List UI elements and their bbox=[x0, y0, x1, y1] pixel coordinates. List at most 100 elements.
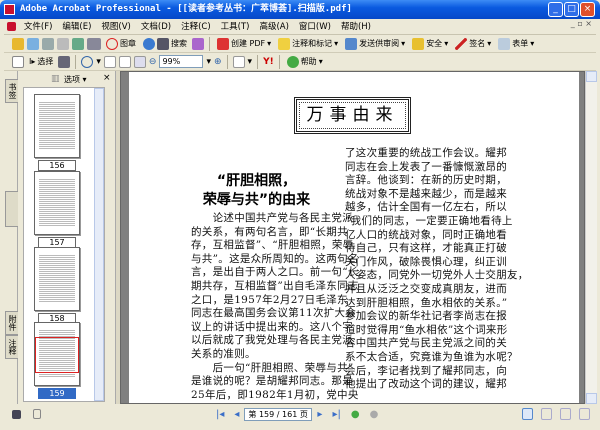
search-button[interactable]: 搜索 bbox=[141, 36, 189, 52]
menu-window[interactable]: 窗口(W) bbox=[294, 19, 336, 35]
text-line: 言辞。他谈到：在新的历史时期， bbox=[345, 174, 507, 187]
page-thumbnail[interactable] bbox=[34, 247, 80, 311]
page-thumbnail[interactable] bbox=[34, 94, 80, 158]
title-line: “肝胆相照， bbox=[216, 173, 297, 189]
create-pdf-button[interactable]: 创建 PDF ▾ bbox=[215, 36, 273, 52]
menu-tools[interactable]: 工具(T) bbox=[216, 19, 255, 35]
options-button[interactable]: 选项 ▾ bbox=[64, 74, 87, 85]
text-line: 达到肝胆相照，鱼水相依的关系。” bbox=[345, 296, 508, 309]
yahoo-icon[interactable]: Y! bbox=[263, 57, 274, 67]
article-title: “肝胆相照， 荣辱与共”的由来 bbox=[189, 172, 324, 210]
text-line: 越多，估计全国有一亿左右，所以 bbox=[345, 201, 507, 214]
zoom-in-tool-icon[interactable] bbox=[81, 55, 94, 68]
thumbnail-scrollbar[interactable] bbox=[94, 88, 104, 401]
text-line: 言，是出自于两人之口。前一句“长 bbox=[191, 266, 359, 279]
separator bbox=[278, 54, 280, 69]
stamp-button[interactable]: 图章 bbox=[104, 36, 138, 52]
menu-document[interactable]: 文档(D) bbox=[136, 19, 176, 35]
security-button[interactable]: 安全 ▾ bbox=[410, 36, 450, 52]
scroll-down-button[interactable] bbox=[586, 393, 597, 404]
page-thumbnail[interactable] bbox=[34, 171, 80, 235]
continuous-icon[interactable] bbox=[541, 408, 552, 420]
minimize-button[interactable]: _ bbox=[548, 2, 563, 17]
text-line: 以后就成了我党处理与各民主党派 bbox=[191, 334, 353, 347]
next-page-button[interactable]: ▸ bbox=[317, 409, 322, 420]
trash-icon[interactable]: ▥ bbox=[51, 74, 60, 84]
zoom-out-icon[interactable]: ⊖ bbox=[149, 57, 157, 67]
text-line: 人姿态，同党外一切党外人士交朋友， bbox=[345, 269, 529, 282]
help-button[interactable]: 帮助 ▾ bbox=[285, 54, 325, 70]
single-page-icon[interactable] bbox=[522, 408, 533, 420]
text-line: 期共存，互相监督”出自毛泽东同志 bbox=[191, 279, 359, 292]
zoom-input[interactable]: 99% bbox=[159, 55, 204, 68]
window-title: Adobe Acrobat Professional - [[读者参考丛书：广萃… bbox=[20, 4, 352, 14]
first-page-button[interactable]: |◂ bbox=[216, 409, 224, 420]
tab-bookmarks[interactable]: 书签 bbox=[5, 79, 18, 103]
text-line: 是谁说的呢？是胡耀邦同志。那是 bbox=[191, 375, 353, 388]
fit-width-icon[interactable] bbox=[133, 55, 146, 68]
save-icon[interactable] bbox=[42, 37, 54, 50]
menu-edit[interactable]: 编辑(E) bbox=[57, 19, 96, 35]
print-icon[interactable] bbox=[57, 37, 69, 50]
menu-comments[interactable]: 注释(C) bbox=[176, 19, 216, 35]
send-review-button[interactable]: 发送供审阅 ▾ bbox=[343, 36, 407, 52]
previous-page-button[interactable]: ◂ bbox=[234, 409, 239, 420]
page-thumbnail-selected[interactable] bbox=[34, 322, 80, 386]
go-forward-button[interactable]: ● bbox=[370, 409, 379, 420]
scroll-up-button[interactable] bbox=[586, 71, 597, 82]
menu-advanced[interactable]: 高级(A) bbox=[254, 19, 293, 35]
forms-button[interactable]: 表单 ▾ bbox=[496, 36, 536, 52]
maximize-button[interactable]: □ bbox=[564, 2, 579, 17]
text-line: 同志在最高国务会议第11次扩大会 bbox=[191, 307, 357, 320]
text-line: 了这次重要的统战工作会议。耀邦 bbox=[345, 147, 507, 159]
last-page-button[interactable]: ▸| bbox=[332, 409, 340, 420]
snapshot-icon[interactable] bbox=[58, 55, 71, 68]
text-line: 参加会议的新华社记者李尚志在报 bbox=[345, 310, 507, 323]
text-line: 容中国共产党与民主党派之间的关 bbox=[345, 337, 507, 350]
text-cursor-icon: I▸ bbox=[29, 57, 36, 66]
text-line: 后一句“肝胆相照、荣辱与共” bbox=[191, 361, 354, 374]
tab-comments[interactable]: 注释 bbox=[5, 335, 18, 359]
lock-icon bbox=[412, 37, 425, 50]
hand-tool-icon[interactable] bbox=[12, 55, 24, 68]
create-pdf-label: 创建 PDF bbox=[231, 39, 266, 48]
rotate-view-icon[interactable] bbox=[232, 55, 245, 68]
vertical-scrollbar[interactable] bbox=[585, 71, 597, 404]
actual-size-icon[interactable] bbox=[103, 55, 116, 68]
select-tool-button[interactable]: I▸ 选择 bbox=[27, 54, 55, 70]
pdf-doc-icon bbox=[7, 22, 16, 31]
menu-view[interactable]: 视图(V) bbox=[96, 19, 135, 35]
page-options-icon[interactable] bbox=[33, 409, 41, 419]
comment-markup-button[interactable]: 注释和标记 ▾ bbox=[276, 36, 340, 52]
facing-icon[interactable] bbox=[579, 408, 590, 420]
visible-area-box[interactable] bbox=[35, 337, 79, 373]
menu-help[interactable]: 帮助(H) bbox=[336, 19, 376, 35]
open-icon[interactable] bbox=[12, 37, 24, 50]
text-line: 之口，是1957年2月27日毛泽东 bbox=[191, 293, 348, 306]
email-icon[interactable] bbox=[72, 37, 84, 50]
text-line: 待自己，只有这样，才能真正打破 bbox=[345, 242, 507, 255]
close-panel-button[interactable]: × bbox=[103, 73, 111, 83]
fit-page-icon[interactable] bbox=[118, 55, 131, 68]
page-number-input[interactable]: 第 159 / 161 页 bbox=[244, 407, 313, 421]
doc-window-controls[interactable]: _ ▫ × bbox=[571, 19, 592, 28]
help-icon bbox=[286, 55, 299, 68]
tab-attachments[interactable]: 附件 bbox=[5, 311, 18, 335]
photo-icon[interactable] bbox=[192, 37, 204, 50]
attach-icon[interactable] bbox=[87, 37, 101, 50]
text-line: 同志在会上发表了一番慷慨激昂的 bbox=[345, 160, 507, 173]
title-bar: Adobe Acrobat Professional - [[读者参考丛书：广萃… bbox=[0, 0, 600, 19]
create-pdf-icon bbox=[217, 37, 229, 50]
separator bbox=[209, 36, 210, 51]
tab-signatures[interactable] bbox=[5, 191, 18, 227]
continuous-facing-icon[interactable] bbox=[560, 408, 571, 420]
pdf-page: 万事由来 “肝胆相照， 荣辱与共”的由来 论述中国共产党与各民主党派 的关系，有两句… bbox=[129, 72, 579, 403]
zoom-in-icon[interactable]: ⊕ bbox=[214, 57, 222, 67]
organizer-icon[interactable] bbox=[27, 37, 39, 50]
sign-button[interactable]: 签名 ▾ bbox=[453, 36, 493, 52]
close-button[interactable]: × bbox=[580, 2, 595, 17]
menu-file[interactable]: 文件(F) bbox=[19, 19, 58, 35]
text-line: 统战对象不是越来越少，而是越来 bbox=[345, 187, 507, 200]
show-nav-pane-icon[interactable] bbox=[12, 409, 21, 419]
go-back-button[interactable]: ● bbox=[351, 409, 360, 420]
